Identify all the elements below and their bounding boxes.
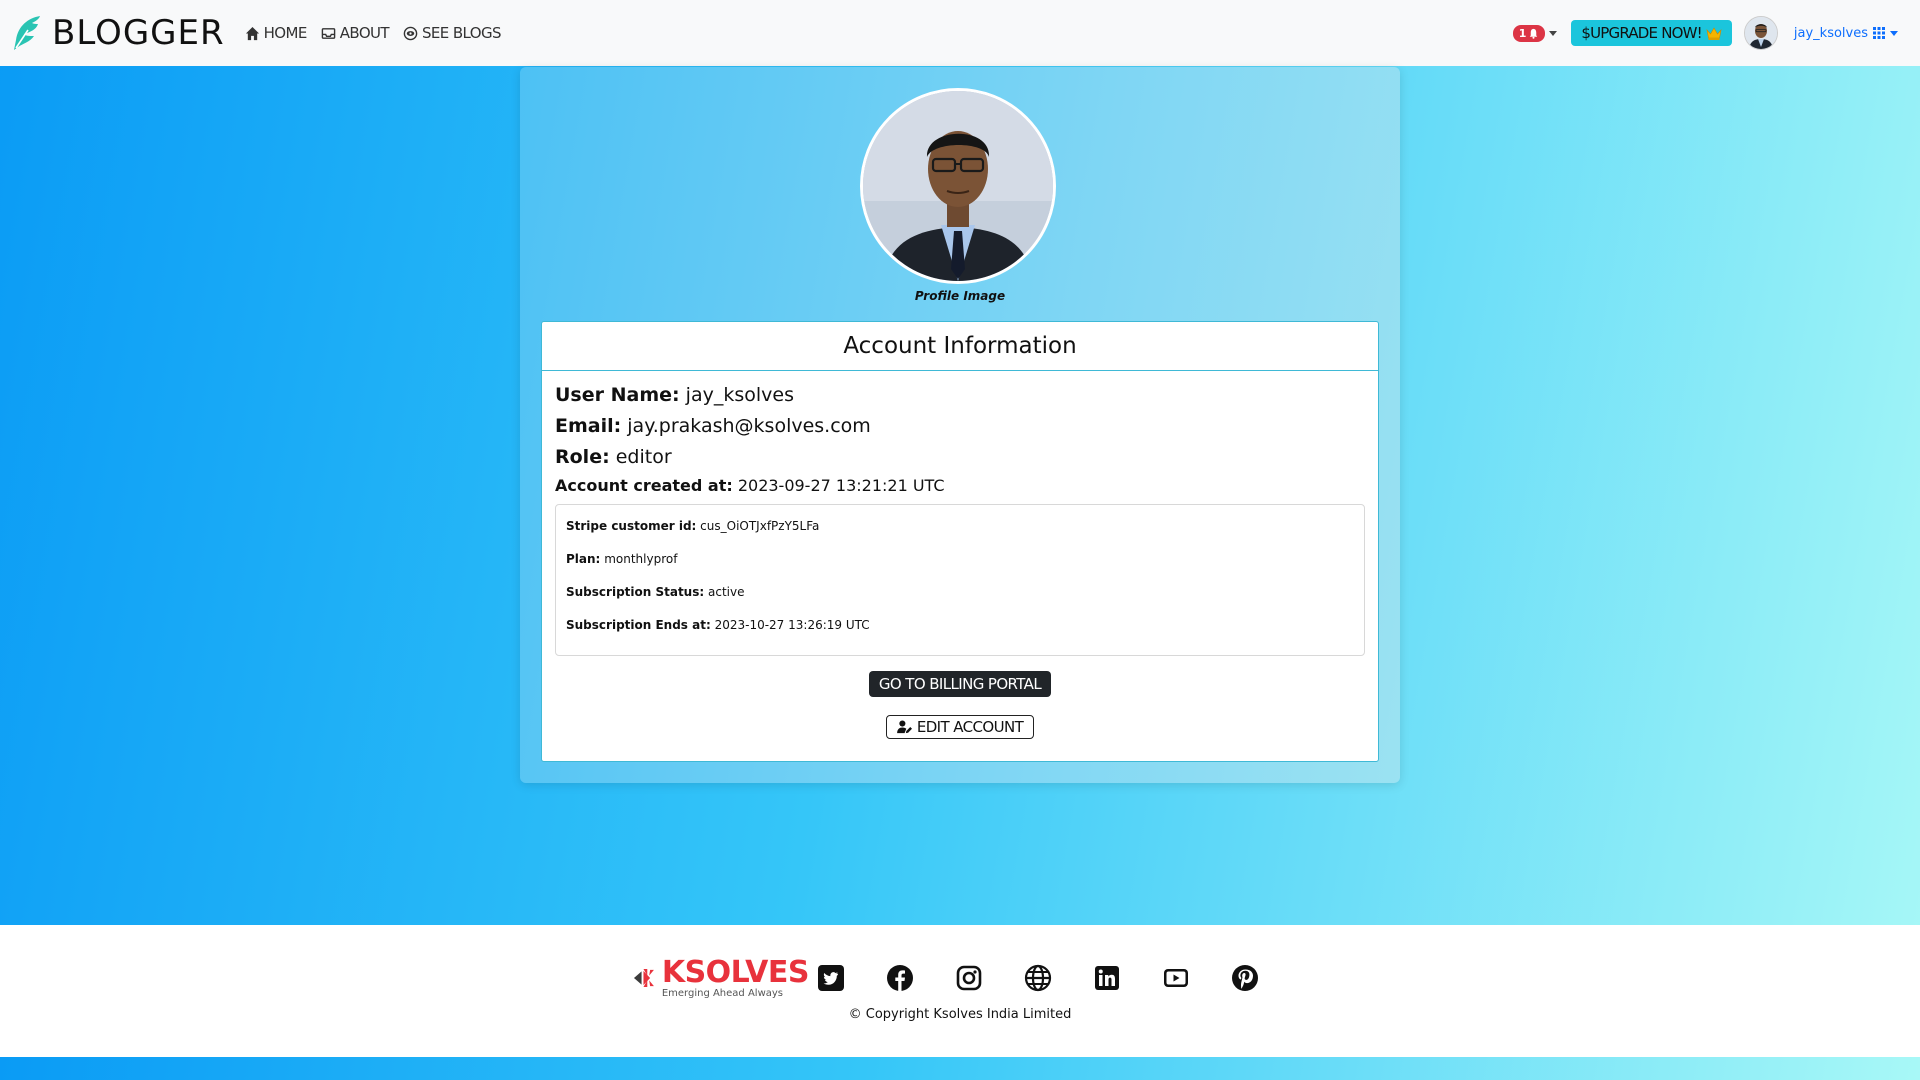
subscription-box: Stripe customer id: cus_OiOTJxfPzY5LFa P… [555,504,1365,656]
chevron-down-icon [1549,30,1558,36]
nav-links: HOME ABOUT SEE BLOGS [245,24,502,42]
feather-logo-icon [14,16,40,50]
subscription-ends-label: Subscription Ends at: [566,618,711,632]
notifications-dropdown[interactable]: 1 [1512,24,1558,42]
social-links [817,964,1279,992]
stripe-customer-value: cus_OiOTJxfPzY5LFa [700,519,820,533]
subscription-ends-value: 2023-10-27 13:26:19 UTC [714,618,870,632]
account-info-card: Account Information User Name: jay_ksolv… [541,321,1379,762]
edit-account-label: EDIT ACCOUNT [916,718,1024,736]
stripe-customer-label: Stripe customer id: [566,519,697,533]
footer-row: KSOLVES Emerging Ahead Always [633,955,1279,1001]
facebook-icon[interactable] [886,964,914,992]
grid-icon [1873,27,1885,39]
upgrade-button[interactable]: $UPGRADE NOW! [1571,20,1732,46]
instagram-icon[interactable] [955,964,983,992]
plan-value: monthlyprof [604,552,678,566]
username-value: jay_ksolves [685,384,794,406]
nav-see-blogs-label: SEE BLOGS [421,24,502,42]
linkedin-icon[interactable] [1093,964,1121,992]
username-label: User Name: [555,384,680,406]
username-row: User Name: jay_ksolves [555,383,1365,407]
bottom-gradient-strip [0,1057,1920,1080]
nav-home-link[interactable]: HOME [245,24,307,42]
user-menu-dropdown[interactable]: jay_ksolves [1794,26,1898,41]
profile-photo-icon [863,91,1053,281]
account-info-title: Account Information [542,322,1378,371]
profile-card: Profile Image Account Information User N… [520,67,1400,783]
avatar[interactable] [1743,16,1778,50]
brand[interactable]: BLOGGER [10,13,225,53]
nav-right: 1 $UPGRADE NOW! jay_ksolves [1512,16,1910,50]
billing-portal-button[interactable]: GO TO BILLING PORTAL [868,671,1052,697]
subscription-status-value: active [708,585,745,599]
crown-icon [1706,26,1722,40]
brand-title: BLOGGER [52,13,225,53]
plan-row: Plan: monthlyprof [566,552,1354,566]
created-label: Account created at: [555,476,733,495]
nav-about-label: ABOUT [339,24,390,42]
youtube-icon[interactable] [1162,964,1190,992]
created-row: Account created at: 2023-09-27 13:21:21 … [555,476,1365,496]
nav-see-blogs-link[interactable]: SEE BLOGS [403,24,502,42]
email-label: Email: [555,415,622,437]
navbar: BLOGGER HOME ABOUT SEE BLOGS 1 $UPGRADE … [0,0,1920,66]
role-row: Role: editor [555,445,1365,469]
user-photo-icon [1744,17,1777,49]
email-row: Email: jay.prakash@ksolves.com [555,414,1365,438]
pinterest-icon[interactable] [1231,964,1259,992]
notification-badge: 1 [1512,24,1546,42]
edit-button-row: EDIT ACCOUNT [555,697,1365,739]
copyright-text: © Copyright Ksolves India Limited [848,1007,1072,1022]
username-label: jay_ksolves [1793,25,1868,41]
email-value: jay.prakash@ksolves.com [627,415,871,437]
upgrade-label: $UPGRADE NOW! [1581,24,1702,42]
globe-icon[interactable] [1024,964,1052,992]
edit-account-button[interactable]: EDIT ACCOUNT [885,715,1035,739]
inbox-icon [321,27,336,39]
subscription-status-label: Subscription Status: [566,585,705,599]
footer: KSOLVES Emerging Ahead Always © Copyrigh… [0,925,1920,1057]
company-name: KSOLVES [661,954,810,990]
subscription-status-row: Subscription Status: active [566,585,1354,599]
role-label: Role: [555,446,610,468]
ksolves-mark-icon [633,968,654,988]
chevron-down-icon [1890,30,1898,36]
eye-icon [403,26,418,40]
home-icon [245,26,259,40]
ksolves-wordmark: KSOLVES Emerging Ahead Always [661,954,810,999]
stripe-customer-row: Stripe customer id: cus_OiOTJxfPzY5LFa [566,519,1354,533]
user-edit-icon [896,720,912,734]
plan-label: Plan: [566,552,601,566]
created-value: 2023-09-27 13:21:21 UTC [737,476,945,495]
profile-image [860,88,1056,284]
bell-icon [1530,28,1538,39]
billing-button-row: GO TO BILLING PORTAL [555,656,1365,697]
role-value: editor [615,446,672,468]
ksolves-logo[interactable]: KSOLVES Emerging Ahead Always [633,954,810,1001]
notification-count: 1 [1518,26,1527,40]
profile-image-caption: Profile Image [914,289,1006,303]
company-tagline: Emerging Ahead Always [661,987,784,999]
nav-home-label: HOME [263,24,308,42]
nav-about-link[interactable]: ABOUT [321,24,390,42]
twitter-icon[interactable] [817,964,845,992]
account-info-body: User Name: jay_ksolves Email: jay.prakas… [542,371,1378,751]
subscription-ends-row: Subscription Ends at: 2023-10-27 13:26:1… [566,618,1354,632]
